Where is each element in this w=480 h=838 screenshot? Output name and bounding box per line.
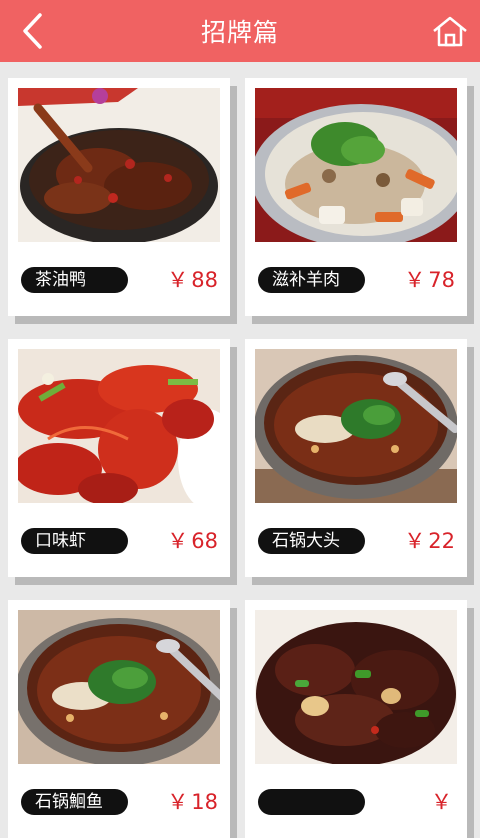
currency-symbol: ￥: [167, 790, 189, 814]
dish-price: ￥ 22: [404, 529, 455, 553]
dish-name: 石锅大头: [258, 528, 365, 554]
dish-card[interactable]: 石锅鮰鱼 ￥ 18: [8, 600, 230, 838]
dish-card[interactable]: ￥: [245, 600, 467, 838]
currency-symbol: ￥: [167, 268, 189, 292]
dish-card[interactable]: 茶油鸭 ￥ 88: [8, 78, 230, 316]
dish-name: 茶油鸭: [21, 267, 128, 293]
home-icon: [433, 16, 467, 47]
app-header: 招牌篇: [0, 0, 480, 62]
currency-symbol: ￥: [404, 529, 426, 553]
dish-price: ￥ 88: [167, 268, 218, 292]
currency-symbol: ￥: [404, 268, 426, 292]
dish-name: 滋补羊肉: [258, 267, 365, 293]
dish-price: ￥ 18: [167, 790, 218, 814]
dish-name: [258, 789, 365, 815]
currency-symbol: ￥: [431, 790, 452, 814]
chevron-left-icon: [23, 13, 42, 49]
dish-photo: [255, 349, 457, 503]
dish-photo: [18, 610, 220, 764]
dish-price: ￥ 78: [404, 268, 455, 292]
home-button[interactable]: [430, 12, 470, 50]
dish-card[interactable]: 滋补羊肉 ￥ 78: [245, 78, 467, 316]
dish-price: ￥: [431, 786, 455, 816]
dish-photo: [18, 349, 220, 503]
dish-photo: [18, 88, 220, 242]
dish-photo: [255, 88, 457, 242]
dish-photo: [255, 610, 457, 764]
dish-name: 口味虾: [21, 528, 128, 554]
currency-symbol: ￥: [167, 529, 189, 553]
dish-name: 石锅鮰鱼: [21, 789, 128, 815]
page-title: 招牌篇: [200, 18, 279, 47]
dish-card[interactable]: 石锅大头 ￥ 22: [245, 339, 467, 577]
dish-price: ￥ 68: [167, 529, 218, 553]
dish-card[interactable]: 口味虾 ￥ 68: [8, 339, 230, 577]
back-button[interactable]: [12, 10, 52, 52]
